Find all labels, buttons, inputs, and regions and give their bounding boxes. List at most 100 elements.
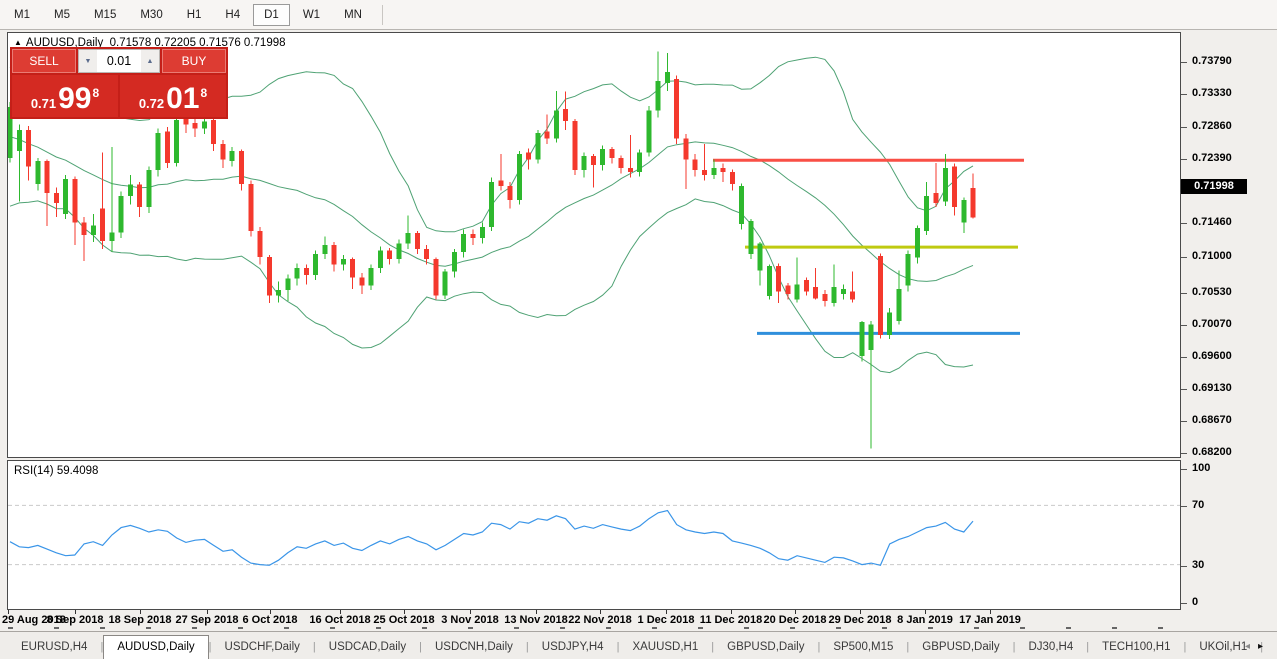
axis-tick — [1181, 94, 1187, 95]
date-axis-label: 27 Sep 2018 — [175, 614, 239, 626]
price-axis-label: 0.69130 — [1192, 382, 1232, 394]
axis-tick — [1181, 506, 1187, 507]
symbol-tab-dj30-h4[interactable]: DJ30,H4 — [1015, 637, 1086, 659]
date-minor-tick — [376, 627, 381, 629]
date-axis-label: 6 Oct 2018 — [242, 614, 298, 626]
price-axis-label: 0.68200 — [1192, 446, 1232, 458]
lot-size-input[interactable] — [97, 50, 141, 72]
lot-size-stepper: ▼ ▲ — [78, 49, 160, 73]
price-axis-label: 0.73330 — [1192, 87, 1232, 99]
date-minor-tick — [284, 627, 289, 629]
symbol-tab-sp500-m15[interactable]: SP500,M15 — [820, 637, 906, 659]
timeframe-button-h4[interactable]: H4 — [214, 4, 251, 26]
lot-increase-icon[interactable]: ▲ — [141, 50, 159, 72]
buy-price-sup: 8 — [200, 86, 208, 100]
date-minor-tick — [330, 627, 335, 629]
date-minor-tick — [1066, 627, 1071, 629]
date-minor-tick — [928, 627, 933, 629]
price-axis-label: 0.68670 — [1192, 414, 1232, 426]
symbol-tab-usdchf-daily[interactable]: USDCHF,Daily — [212, 637, 313, 659]
symbol-tab-bar: EURUSD,H4 | AUDUSD,Daily | USDCHF,Daily | USDC… — [0, 631, 1277, 659]
date-axis-label: 13 Nov 2018 — [504, 614, 568, 626]
date-axis-label: 29 Dec 2018 — [828, 614, 892, 626]
date-axis-label: 1 Dec 2018 — [637, 614, 695, 626]
symbol-tab-xauusd-h1[interactable]: XAUUSD,H1 — [619, 637, 711, 659]
date-minor-tick — [744, 627, 749, 629]
date-axis-label: 8 Sep 2018 — [46, 614, 104, 626]
sell-button[interactable]: SELL — [12, 49, 76, 73]
sell-price-sup: 8 — [92, 86, 100, 100]
timeframe-button-m15[interactable]: M15 — [83, 4, 127, 26]
date-axis-label: 22 Nov 2018 — [568, 614, 632, 626]
date-axis-label: 25 Oct 2018 — [373, 614, 435, 626]
timeframe-button-m30[interactable]: M30 — [129, 4, 173, 26]
symbol-tab-usdjpy-h4[interactable]: USDJPY,H4 — [529, 637, 617, 659]
buy-button[interactable]: BUY — [162, 49, 226, 73]
date-axis-label: 11 Dec 2018 — [699, 614, 763, 626]
rsi-indicator-pane[interactable] — [7, 460, 1181, 610]
date-minor-tick — [100, 627, 105, 629]
timeframe-button-w1[interactable]: W1 — [292, 4, 331, 26]
date-axis: 29 Aug 2018 8 Sep 2018 18 Sep 2018 27 Sep 2… — [0, 610, 1277, 631]
rsi-axis-label: 30 — [1192, 559, 1205, 571]
rsi-axis-label: 70 — [1192, 499, 1205, 511]
date-axis-label: 17 Jan 2019 — [959, 614, 1021, 626]
rsi-axis-label: 0 — [1192, 596, 1199, 608]
buy-price-big: 01 — [166, 82, 200, 115]
timeframe-button-m5[interactable]: M5 — [43, 4, 81, 26]
date-minor-tick — [560, 627, 565, 629]
date-axis-label: 3 Nov 2018 — [441, 614, 499, 626]
tab-scroll-arrows: ◂▸ — [1245, 641, 1271, 652]
date-minor-tick — [468, 627, 473, 629]
symbol-tab-usdcnh-daily[interactable]: USDCNH,Daily — [422, 637, 526, 659]
toolbar-separator — [381, 4, 383, 25]
date-minor-tick — [698, 627, 703, 629]
timeframe-toolbar: M1 M5 M15 M30 H1 H4 D1 W1 MN — [0, 0, 1277, 30]
symbol-tab-tech100-h1[interactable]: TECH100,H1 — [1089, 637, 1183, 659]
trading-platform-window: M1 M5 M15 M30 H1 H4 D1 W1 MN ▲ AUDUSD,Daily 0.715… — [0, 0, 1277, 659]
price-axis-label: 0.72860 — [1192, 120, 1232, 132]
axis-tick — [1181, 389, 1187, 390]
symbol-tab-usdcad-daily[interactable]: USDCAD,Daily — [316, 637, 419, 659]
symbol-tab-gbpusd-daily[interactable]: GBPUSD,Daily — [909, 637, 1012, 659]
price-axis-label: 0.71000 — [1192, 250, 1232, 262]
price-axis-label: 0.70070 — [1192, 318, 1232, 330]
symbol-tab-eurusd-h4[interactable]: EURUSD,H4 — [8, 637, 100, 659]
date-minor-tick — [1158, 627, 1163, 629]
price-axis-label: 0.69600 — [1192, 350, 1232, 362]
date-minor-tick — [836, 627, 841, 629]
date-minor-tick — [146, 627, 151, 629]
timeframe-button-m1[interactable]: M1 — [3, 4, 41, 26]
date-minor-tick — [1112, 627, 1117, 629]
timeframe-button-h1[interactable]: H1 — [176, 4, 213, 26]
date-axis-label: 8 Jan 2019 — [897, 614, 953, 626]
buy-price-button[interactable]: 0.72 01 8 — [120, 75, 226, 117]
sell-price-big: 99 — [58, 82, 92, 115]
date-minor-tick — [652, 627, 657, 629]
axis-tick — [1181, 325, 1187, 326]
expand-triangle-icon: ▲ — [14, 38, 22, 47]
date-minor-tick — [8, 627, 13, 629]
axis-tick — [1181, 127, 1187, 128]
tab-scroll-left-icon[interactable]: ◂ — [1245, 641, 1258, 652]
lot-decrease-icon[interactable]: ▼ — [79, 50, 97, 72]
timeframe-button-d1[interactable]: D1 — [253, 3, 290, 26]
one-click-trading-widget: SELL ▼ ▲ BUY 0.71 99 8 0.72 01 8 — [10, 47, 228, 119]
timeframe-button-mn[interactable]: MN — [333, 4, 373, 26]
axis-tick — [1181, 257, 1187, 258]
rsi-indicator-label: RSI(14) 59.4098 — [14, 465, 99, 477]
tab-scroll-right-icon[interactable]: ▸ — [1258, 641, 1271, 652]
date-axis-label: 18 Sep 2018 — [108, 614, 172, 626]
date-minor-tick — [606, 627, 611, 629]
axis-tick — [1181, 293, 1187, 294]
date-minor-tick — [790, 627, 795, 629]
sell-price-button[interactable]: 0.71 99 8 — [12, 75, 118, 117]
axis-tick — [1181, 603, 1187, 604]
date-axis-label: 20 Dec 2018 — [763, 614, 827, 626]
rsi-chart[interactable] — [8, 461, 1180, 609]
axis-tick — [1181, 223, 1187, 224]
axis-tick — [1181, 62, 1187, 63]
axis-tick — [1181, 357, 1187, 358]
symbol-tab-audusd-daily[interactable]: AUDUSD,Daily — [103, 635, 209, 659]
symbol-tab-gbpusd-daily[interactable]: GBPUSD,Daily — [714, 637, 817, 659]
